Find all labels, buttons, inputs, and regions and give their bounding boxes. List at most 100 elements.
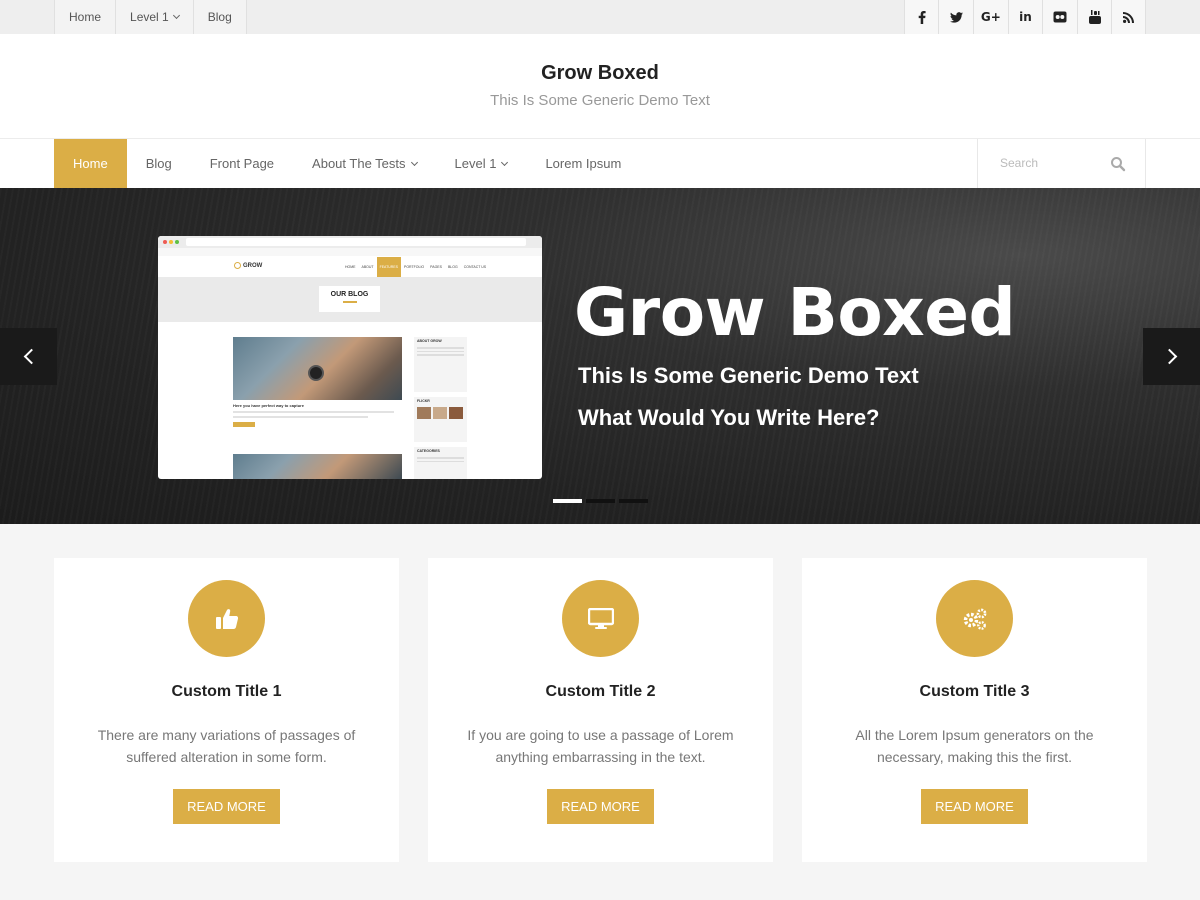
feature-card: Custom Title 2 If you are going to use a…	[428, 558, 773, 862]
camera-icon	[308, 365, 324, 381]
preview-dot	[163, 240, 167, 244]
preview-text-line	[417, 457, 464, 459]
site-description: This Is Some Generic Demo Text	[490, 92, 710, 109]
preview-nav-item: ABOUT	[361, 265, 374, 269]
preview-thumb	[417, 407, 431, 419]
nav-item-label: Level 1	[454, 156, 497, 171]
preview-post: Here you have perfect way to capture	[233, 337, 402, 427]
slider-pagination	[553, 499, 648, 503]
twitter-icon[interactable]	[938, 0, 974, 34]
slider-dot[interactable]	[619, 499, 648, 503]
nav-item-blog[interactable]: Blog	[127, 139, 191, 188]
preview-banner: OUR BLOG	[158, 277, 542, 322]
top-menu-home[interactable]: Home	[54, 0, 116, 34]
preview-nav: HOME ABOUT FEATURES PORTFOLIO PAGES BLOG…	[342, 257, 489, 277]
feature-title: Custom Title 2	[545, 683, 656, 700]
preview-widget-title: ABOUT GROW	[417, 339, 442, 343]
main-navigation: Home Blog Front Page About The Tests Lev…	[0, 139, 1200, 188]
preview-browser-bar	[158, 236, 542, 248]
preview-nav-item: HOME	[345, 265, 356, 269]
slider-dot[interactable]	[586, 499, 615, 503]
chevron-down-icon	[172, 11, 180, 20]
preview-nav-item: FEATURES	[376, 257, 401, 277]
read-more-button[interactable]: Read More	[921, 789, 1028, 824]
search-box	[977, 139, 1146, 188]
nav-item-about-the-tests[interactable]: About The Tests	[293, 139, 435, 188]
top-menu: Home Level 1 Blog	[54, 0, 247, 34]
top-menu-blog[interactable]: Blog	[192, 0, 247, 34]
social-links: G+ in	[903, 0, 1146, 34]
nav-item-front-page[interactable]: Front Page	[191, 139, 293, 188]
slider-prev-button[interactable]	[0, 328, 57, 385]
youtube-icon[interactable]	[1076, 0, 1112, 34]
chevron-down-icon	[410, 158, 418, 166]
preview-post-photo	[233, 337, 402, 400]
preview-nav-item: BLOG	[447, 265, 458, 269]
slide-subtitle: This Is Some Generic Demo Text	[578, 363, 919, 388]
nav-item-home[interactable]: Home	[54, 139, 127, 188]
preview-text-line	[417, 350, 464, 352]
facebook-icon[interactable]	[903, 0, 939, 34]
preview-thumbs	[414, 405, 467, 421]
feature-title: Custom Title 3	[919, 683, 1030, 700]
preview-dot	[169, 240, 173, 244]
gears-icon	[936, 580, 1013, 657]
nav-item-level-1[interactable]: Level 1	[436, 139, 527, 188]
search-input[interactable]	[1000, 153, 1100, 173]
chevron-right-icon	[1161, 348, 1177, 365]
slide-preview-image: GROW HOME ABOUT FEATURES PORTFOLIO PAGES…	[158, 236, 542, 479]
linkedin-icon[interactable]: in	[1007, 0, 1043, 34]
top-menu-label: Level 1	[130, 10, 169, 24]
preview-read-more	[233, 422, 255, 427]
preview-banner-box: OUR BLOG	[319, 286, 380, 312]
google-plus-glyph: G+	[980, 10, 1001, 24]
nav-item-label: Front Page	[209, 156, 275, 171]
slider-dot[interactable]	[553, 499, 582, 503]
top-menu-level-1[interactable]: Level 1	[115, 0, 193, 34]
feature-text: All the Lorem Ipsum generators on the ne…	[855, 727, 1094, 765]
preview-sidebar-widget: FLICKR	[414, 397, 467, 442]
feature-title: Custom Title 1	[171, 683, 282, 700]
feature-card: Custom Title 1 There are many variations…	[54, 558, 399, 862]
preview-widget-title: FLICKR	[417, 399, 430, 403]
slide-title: Grow Boxed	[574, 274, 1016, 351]
slide-subtitle: What Would You Write Here?	[578, 405, 880, 430]
linkedin-glyph: in	[1019, 10, 1032, 24]
preview-text-line	[417, 354, 464, 356]
flickr-icon[interactable]	[1042, 0, 1077, 34]
top-menu-label: Blog	[207, 10, 232, 24]
nav-item-label: About The Tests	[312, 156, 406, 171]
thumbs-up-icon	[188, 580, 265, 657]
preview-text-line	[233, 416, 369, 418]
preview-nav-item: PAGES	[430, 265, 442, 269]
nav-item-label: Blog	[145, 156, 172, 171]
preview-post-title: Here you have perfect way to capture	[233, 403, 304, 408]
preview-text-line	[417, 347, 464, 349]
chevron-left-icon	[23, 348, 39, 365]
chevron-down-icon	[501, 158, 509, 166]
preview-topbar	[158, 248, 542, 256]
monitor-icon	[562, 580, 639, 657]
preview-thumb	[433, 407, 447, 419]
slider-next-button[interactable]	[1143, 328, 1200, 385]
rss-icon[interactable]	[1111, 0, 1146, 34]
preview-text-line	[233, 411, 394, 413]
preview-text-line	[417, 460, 464, 462]
preview-nav-item: CONTACT US	[463, 265, 487, 269]
search-icon[interactable]	[1110, 156, 1126, 172]
preview-banner-underline	[342, 301, 357, 303]
preview-post-photo	[233, 454, 402, 479]
feature-text: If you are going to use a passage of Lor…	[467, 727, 734, 765]
read-more-button[interactable]: Read More	[547, 789, 654, 824]
site-title[interactable]: Grow Boxed	[0, 62, 1200, 85]
preview-url-bar	[186, 238, 526, 246]
nav-item-label: Lorem Ipsum	[545, 156, 622, 171]
preview-logo-text: GROW	[243, 263, 263, 270]
read-more-button[interactable]: Read More	[173, 789, 280, 824]
google-plus-icon[interactable]: G+	[973, 0, 1008, 34]
top-menu-label: Home	[69, 10, 102, 24]
site-header: Grow Boxed This Is Some Generic Demo Tex…	[0, 34, 1200, 139]
nav-item-lorem-ipsum[interactable]: Lorem Ipsum	[526, 139, 640, 188]
nav-item-label: Home	[73, 156, 108, 171]
preview-sidebar-widget: CATEGORIES	[414, 447, 467, 479]
